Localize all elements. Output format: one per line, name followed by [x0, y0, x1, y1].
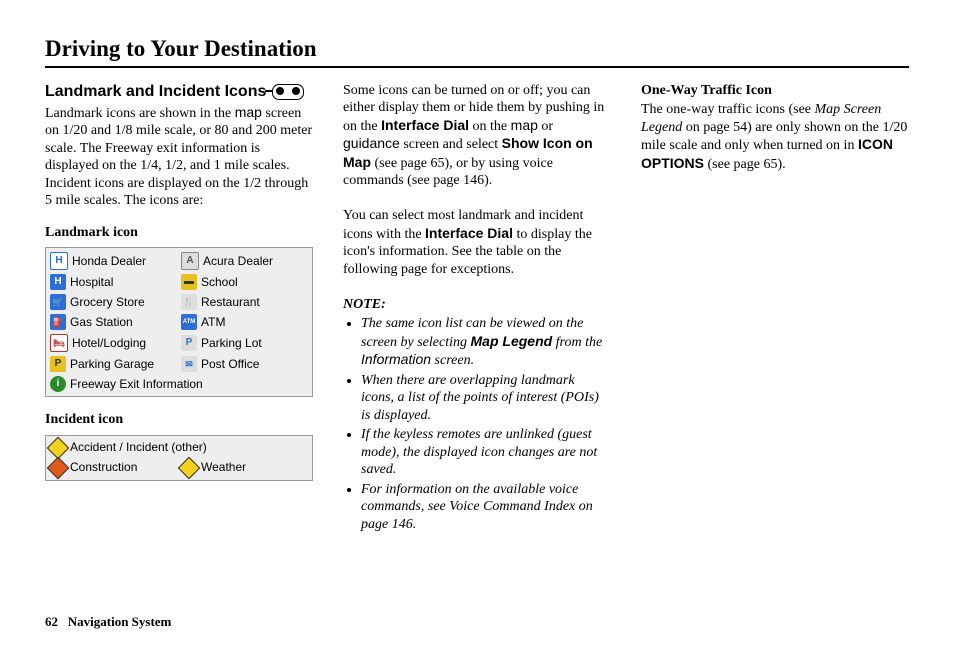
icon-label: Parking Lot	[201, 336, 262, 351]
icon-label: School	[201, 275, 238, 290]
column-1: Landmark and Incident Icons Landmark ico…	[45, 82, 313, 536]
parkinglot-icon: P	[181, 335, 197, 351]
note-item: When there are overlapping landmark icon…	[361, 372, 611, 425]
icon-label: Hotel/Lodging	[72, 336, 146, 351]
icon-label: Freeway Exit Information	[70, 377, 203, 392]
one-way-heading: One-Way Traffic Icon	[641, 82, 909, 100]
icon-cell: H Honda Dealer	[48, 250, 179, 272]
note-item: The same icon list can be viewed on the …	[361, 315, 611, 370]
page-title: Driving to Your Destination	[45, 35, 909, 68]
icon-cell: 🛒 Grocery Store	[48, 292, 179, 312]
icon-cell: P Parking Garage	[48, 354, 179, 374]
icon-cell: Construction	[48, 458, 179, 478]
icon-cell: ⛽ Gas Station	[48, 312, 179, 332]
icon-cell: ✉ Post Office	[179, 354, 310, 374]
post-icon: ✉	[181, 356, 197, 372]
landmark-icon-heading: Landmark icon	[45, 224, 313, 242]
landmark-icon-table: HHonda DealerAAcura DealerHHospital▬Scho…	[45, 247, 313, 397]
column-3: One-Way Traffic Icon The one-way traffic…	[641, 82, 909, 536]
hotel-icon: 🛏	[50, 334, 68, 352]
icon-cell: P Parking Lot	[179, 332, 310, 354]
table-row: Construction Weather	[48, 458, 310, 478]
incident-icon-table: Accident / Incident (other) Construction W…	[45, 435, 313, 481]
table-row: P Parking Garage ✉ Post Office	[48, 354, 310, 374]
table-row: ⛽ Gas Station ATM ATM	[48, 312, 310, 332]
icon-cell: 🛏 Hotel/Lodging	[48, 332, 179, 354]
school-icon: ▬	[181, 274, 197, 290]
interface-dial-icon	[272, 84, 304, 100]
weather-icon	[181, 460, 197, 476]
col3-para: The one-way traffic icons (see Map Scree…	[641, 101, 909, 173]
table-row: Accident / Incident (other)	[48, 438, 310, 458]
table-row: i Freeway Exit Information	[48, 374, 310, 394]
atm-icon: ATM	[181, 314, 197, 330]
gas-icon: ⛽	[50, 314, 66, 330]
icon-cell: ATM ATM	[179, 312, 310, 332]
garage-icon: P	[50, 356, 66, 372]
icon-cell: A Acura Dealer	[179, 250, 310, 272]
icon-label: Parking Garage	[70, 357, 154, 372]
acura-icon: A	[181, 252, 199, 270]
accident-icon	[50, 440, 66, 456]
col2-para2: You can select most landmark and inciden…	[343, 207, 611, 278]
icon-label: Restaurant	[201, 295, 260, 310]
table-row: H Hospital ▬ School	[48, 272, 310, 292]
note-list: The same icon list can be viewed on the …	[343, 315, 611, 533]
note-item: For information on the available voice c…	[361, 481, 611, 534]
grocery-icon: 🛒	[50, 294, 66, 310]
icon-label: Construction	[70, 460, 137, 475]
note-label: NOTE:	[343, 296, 611, 314]
icon-label: ATM	[201, 315, 225, 330]
heading-text: Landmark and Incident Icons	[45, 82, 266, 102]
note-item: If the keyless remotes are unlinked (gue…	[361, 426, 611, 479]
icon-label: Weather	[201, 460, 246, 475]
icon-cell: 🍴 Restaurant	[179, 292, 310, 312]
icon-label: Honda Dealer	[72, 254, 146, 269]
icon-label: Acura Dealer	[203, 254, 273, 269]
map-screen-ref: map	[235, 104, 262, 120]
freeway-icon: i	[50, 376, 66, 392]
hospital-icon: H	[50, 274, 66, 290]
col2-para1: Some icons can be turned on or off; you …	[343, 82, 611, 190]
incident-icon-heading: Incident icon	[45, 411, 313, 429]
restaurant-icon: 🍴	[181, 294, 197, 310]
icon-cell: H Hospital	[48, 272, 179, 292]
icon-cell: Weather	[179, 458, 310, 478]
footer-section: Navigation System	[68, 614, 172, 629]
icon-label: Hospital	[70, 275, 113, 290]
column-2: Some icons can be turned on or off; you …	[343, 82, 611, 536]
content-columns: Landmark and Incident Icons Landmark ico…	[45, 82, 909, 536]
table-row: H Honda Dealer A Acura Dealer	[48, 250, 310, 272]
icon-cell: i Freeway Exit Information	[48, 374, 310, 394]
page-number: 62	[45, 614, 58, 629]
icon-cell: Accident / Incident (other)	[48, 438, 310, 458]
honda-icon: H	[50, 252, 68, 270]
icon-label: Accident / Incident (other)	[70, 440, 207, 455]
icon-label: Post Office	[201, 357, 259, 372]
table-row: 🛒 Grocery Store 🍴 Restaurant	[48, 292, 310, 312]
icon-cell: ▬ School	[179, 272, 310, 292]
icon-label: Gas Station	[70, 315, 133, 330]
table-row: 🛏 Hotel/Lodging P Parking Lot	[48, 332, 310, 354]
landmark-incident-heading: Landmark and Incident Icons	[45, 82, 313, 102]
page-footer: 62 Navigation System	[45, 614, 171, 630]
icon-label: Grocery Store	[70, 295, 145, 310]
intro-paragraph: Landmark icons are shown in the map scre…	[45, 104, 313, 210]
construction-icon	[50, 460, 66, 476]
